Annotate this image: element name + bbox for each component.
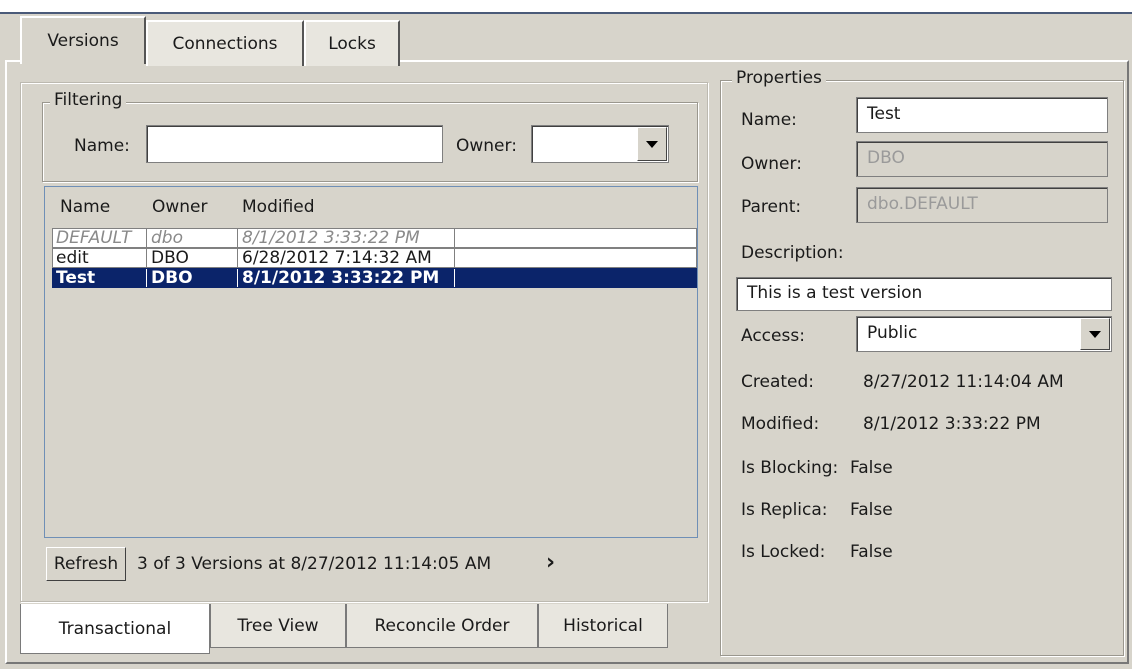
column-divider [146,249,147,267]
tab-transactional-label: Transactional [58,618,172,639]
cell-owner: DBO [151,269,193,287]
prop-name-input[interactable]: Test [856,97,1108,133]
prop-modified-value: 8/1/2012 3:33:22 PM [863,414,1041,434]
column-divider [237,269,238,287]
tab-historical-label: Historical [563,615,643,636]
prop-is-replica-label: Is Replica: [741,500,828,520]
column-header-owner[interactable]: Owner [152,197,208,217]
cell-owner: DBO [151,249,189,267]
tab-versions[interactable]: Versions [20,16,146,64]
table-row[interactable]: DEFAULT dbo 8/1/2012 3:33:22 PM [52,228,697,248]
filtering-legend: Filtering [50,90,127,110]
column-divider [454,269,455,287]
status-text: 3 of 3 Versions at 8/27/2012 11:14:05 AM [137,554,492,574]
versions-list[interactable]: Name Owner Modified DEFAULT dbo 8/1/2012… [44,186,698,538]
cell-modified: 8/1/2012 3:33:22 PM [242,229,420,247]
properties-legend: Properties [732,68,826,88]
tab-tree-view-label: Tree View [237,615,319,636]
cell-modified: 6/28/2012 7:14:32 AM [242,249,432,267]
window-top-strip [0,0,1132,12]
cell-name: DEFAULT [56,229,132,247]
cell-name: Test [56,269,96,287]
column-header-name[interactable]: Name [60,197,110,217]
prop-owner-label: Owner: [741,154,802,174]
prop-access-label: Access: [741,326,805,346]
cell-modified: 8/1/2012 3:33:22 PM [242,269,440,287]
column-divider [454,249,455,267]
refresh-button[interactable]: Refresh [46,547,126,581]
prop-parent-field: dbo.DEFAULT [856,187,1108,223]
prop-is-locked-value: False [850,542,893,562]
prop-name-label: Name: [741,110,797,130]
filter-owner-label: Owner: [456,136,517,156]
prop-modified-label: Modified: [741,414,820,434]
filter-name-input[interactable] [146,125,443,163]
column-header-modified[interactable]: Modified [242,197,315,217]
tab-reconcile-order[interactable]: Reconcile Order [346,604,538,648]
access-dropdown-button[interactable] [1080,318,1110,350]
chevron-down-icon [1089,330,1101,338]
column-divider [146,229,147,247]
prop-is-blocking-value: False [850,458,893,478]
cell-name: edit [56,249,89,267]
tab-locks[interactable]: Locks [304,20,400,66]
column-divider [237,229,238,247]
tab-tree-view[interactable]: Tree View [210,604,346,648]
tab-historical[interactable]: Historical [538,604,668,648]
cell-owner: dbo [151,229,183,247]
tab-connections-label: Connections [172,34,278,54]
prop-is-replica-value: False [850,500,893,520]
owner-dropdown-button[interactable] [637,127,667,161]
next-arrow-icon[interactable]: › [546,550,555,575]
prop-is-locked-label: Is Locked: [741,542,826,562]
window-border [0,12,1132,14]
tab-reconcile-order-label: Reconcile Order [374,615,510,636]
tab-connections[interactable]: Connections [146,20,304,66]
refresh-button-label: Refresh [53,554,119,574]
column-divider [146,269,147,287]
prop-description-label: Description: [741,243,844,263]
prop-created-value: 8/27/2012 11:14:04 AM [863,372,1064,392]
prop-created-label: Created: [741,372,815,392]
prop-description-input[interactable]: This is a test version [736,277,1112,311]
table-row-selected[interactable]: Test DBO 8/1/2012 3:33:22 PM [52,268,697,288]
table-row[interactable]: edit DBO 6/28/2012 7:14:32 AM [52,248,697,268]
prop-is-blocking-label: Is Blocking: [741,458,839,478]
filter-name-label: Name: [74,136,130,156]
prop-access-select[interactable]: Public [856,316,1112,352]
tab-versions-label: Versions [47,31,119,51]
tab-transactional[interactable]: Transactional [20,604,210,654]
prop-parent-label: Parent: [741,197,802,217]
column-divider [454,229,455,247]
column-divider [237,249,238,267]
chevron-down-icon [646,140,658,148]
tab-locks-label: Locks [328,34,376,54]
prop-owner-field: DBO [856,141,1108,177]
